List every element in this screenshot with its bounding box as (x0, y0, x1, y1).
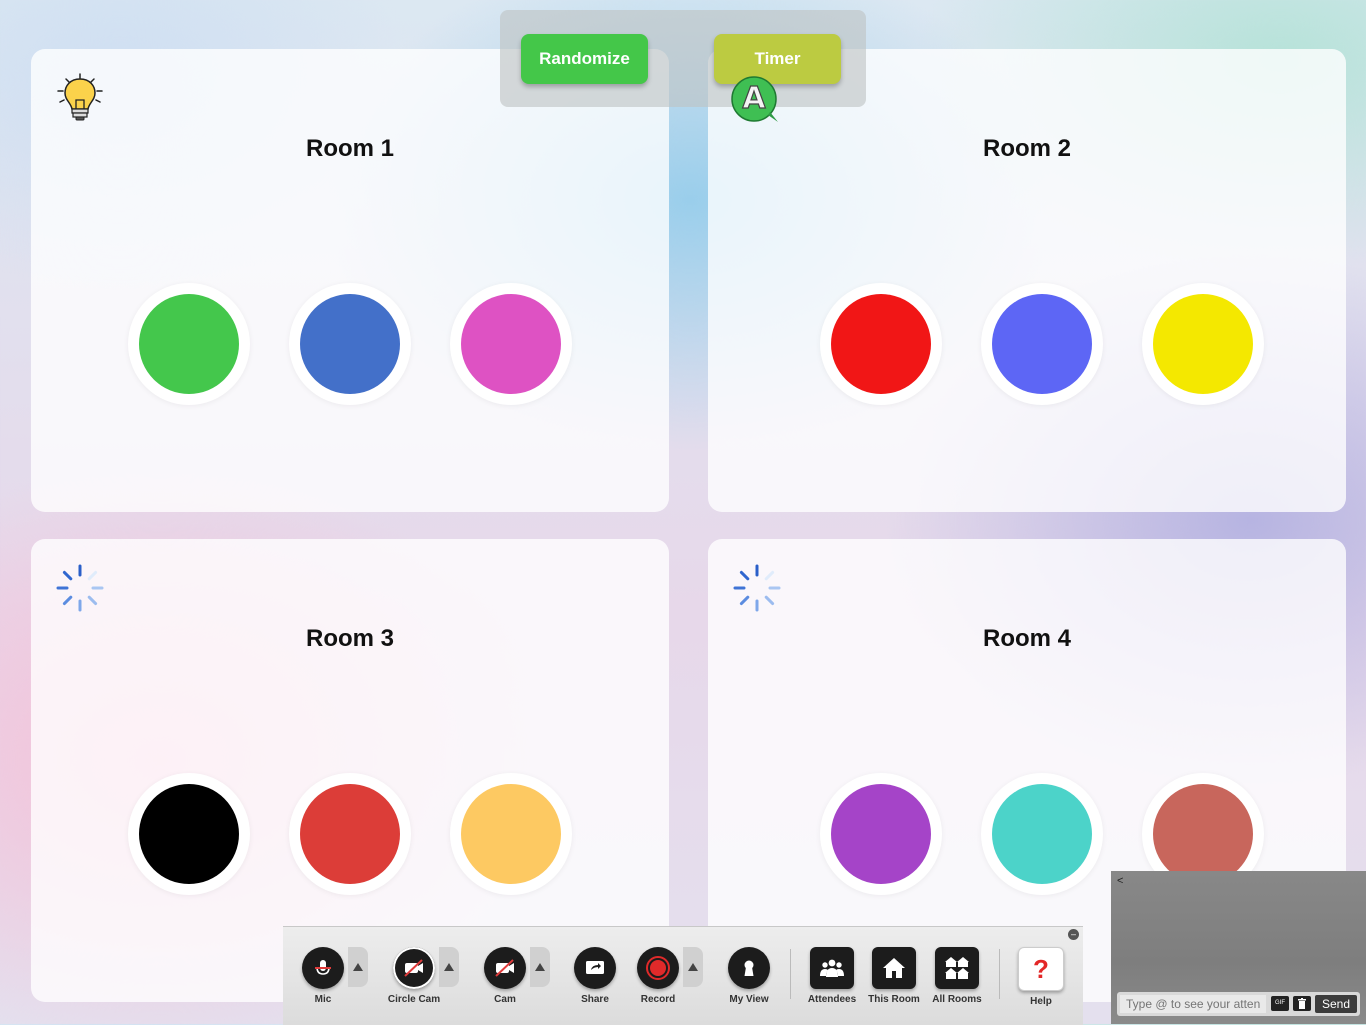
participant-slot[interactable] (1142, 283, 1264, 405)
chat-collapse-icon[interactable]: < (1117, 875, 1123, 887)
my-view-label: My View (729, 994, 769, 1005)
loading-spinner-icon (55, 563, 105, 613)
lightbulb-icon[interactable] (55, 73, 105, 123)
mic-options-caret-icon[interactable] (348, 947, 368, 987)
keyhole-icon[interactable] (728, 947, 770, 989)
participant-dot[interactable] (992, 294, 1092, 394)
share-label: Share (581, 994, 609, 1005)
participant-dot[interactable] (461, 784, 561, 884)
record-label: Record (640, 994, 676, 1005)
attendees-group-icon[interactable] (810, 947, 854, 989)
room-title: Room 3 (305, 625, 394, 652)
cam-off-icon[interactable] (484, 947, 526, 989)
room-2-panel[interactable]: Room 2 (708, 49, 1346, 512)
participant-dot[interactable] (1153, 294, 1253, 394)
participant-slot[interactable] (820, 283, 942, 405)
attendees-label: Attendees (807, 994, 857, 1005)
minimize-toolbar-icon[interactable]: – (1068, 929, 1079, 940)
participant-dot[interactable] (831, 784, 931, 884)
randomize-button[interactable]: Randomize (521, 34, 648, 84)
help-question-icon[interactable]: ? (1018, 947, 1064, 991)
participant-dot[interactable] (992, 784, 1092, 884)
meeting-toolbar: – Mic Circle Cam Cam Share Record My Vie… (283, 926, 1083, 1025)
avatar-a-icon[interactable]: A (730, 75, 782, 125)
participant-dot[interactable] (139, 294, 239, 394)
share-control[interactable]: Share (560, 947, 630, 1005)
participant-slot[interactable] (820, 773, 942, 895)
room-dots (708, 283, 1346, 405)
participant-slot[interactable] (289, 283, 411, 405)
circle-cam-options-caret-icon[interactable] (439, 947, 459, 987)
this-room-label: This Room (868, 994, 920, 1005)
help-glyph: ? (1033, 953, 1049, 984)
room-title: Room 4 (982, 625, 1071, 652)
participant-dot[interactable] (139, 784, 239, 884)
share-screen-icon[interactable] (574, 947, 616, 989)
my-view-control[interactable]: My View (714, 947, 784, 1005)
mic-muted-icon[interactable] (302, 947, 344, 989)
record-options-caret-icon[interactable] (683, 947, 703, 987)
multiple-homes-icon[interactable] (935, 947, 979, 989)
participant-slot[interactable] (128, 773, 250, 895)
participant-dot[interactable] (831, 294, 931, 394)
home-icon[interactable] (872, 947, 916, 989)
gif-icon[interactable]: GIF (1271, 996, 1289, 1011)
room-dots (31, 283, 669, 405)
loading-spinner-icon (732, 563, 782, 613)
help-control[interactable]: ? Help (1006, 947, 1076, 1007)
all-rooms-label: All Rooms (932, 994, 982, 1005)
cam-options-caret-icon[interactable] (530, 947, 550, 987)
toolbar-divider (999, 949, 1000, 999)
room-title: Room 2 (982, 135, 1071, 162)
toolbar-divider (790, 949, 791, 999)
participant-slot[interactable] (450, 283, 572, 405)
attendees-control[interactable]: Attendees (797, 947, 867, 1005)
chat-message-input[interactable] (1120, 995, 1266, 1013)
room-title: Room 1 (305, 135, 394, 162)
circle-cam-label: Circle Cam (387, 994, 441, 1005)
participant-slot[interactable] (128, 283, 250, 405)
chat-panel: < GIF Send (1111, 871, 1366, 1024)
help-label: Help (1030, 996, 1052, 1007)
participant-dot[interactable] (300, 784, 400, 884)
chat-compose-bar: GIF Send (1117, 992, 1360, 1016)
this-room-control[interactable]: This Room (859, 947, 929, 1005)
mic-label: Mic (314, 994, 332, 1005)
participant-slot[interactable] (289, 773, 411, 895)
record-icon[interactable] (637, 947, 679, 989)
participant-dot[interactable] (1153, 784, 1253, 884)
cam-label: Cam (494, 994, 516, 1005)
participant-dot[interactable] (461, 294, 561, 394)
room-1-panel[interactable]: Room 1 (31, 49, 669, 512)
participant-dot[interactable] (300, 294, 400, 394)
send-button[interactable]: Send (1315, 995, 1357, 1013)
trash-icon[interactable] (1293, 996, 1311, 1011)
circle-cam-off-icon[interactable] (393, 947, 435, 989)
participant-slot[interactable] (981, 773, 1103, 895)
all-rooms-control[interactable]: All Rooms (922, 947, 992, 1005)
room-dots (31, 773, 669, 895)
avatar-letter: A (742, 81, 766, 116)
participant-slot[interactable] (450, 773, 572, 895)
top-controls-bar: Randomize Timer (500, 10, 866, 107)
participant-slot[interactable] (981, 283, 1103, 405)
